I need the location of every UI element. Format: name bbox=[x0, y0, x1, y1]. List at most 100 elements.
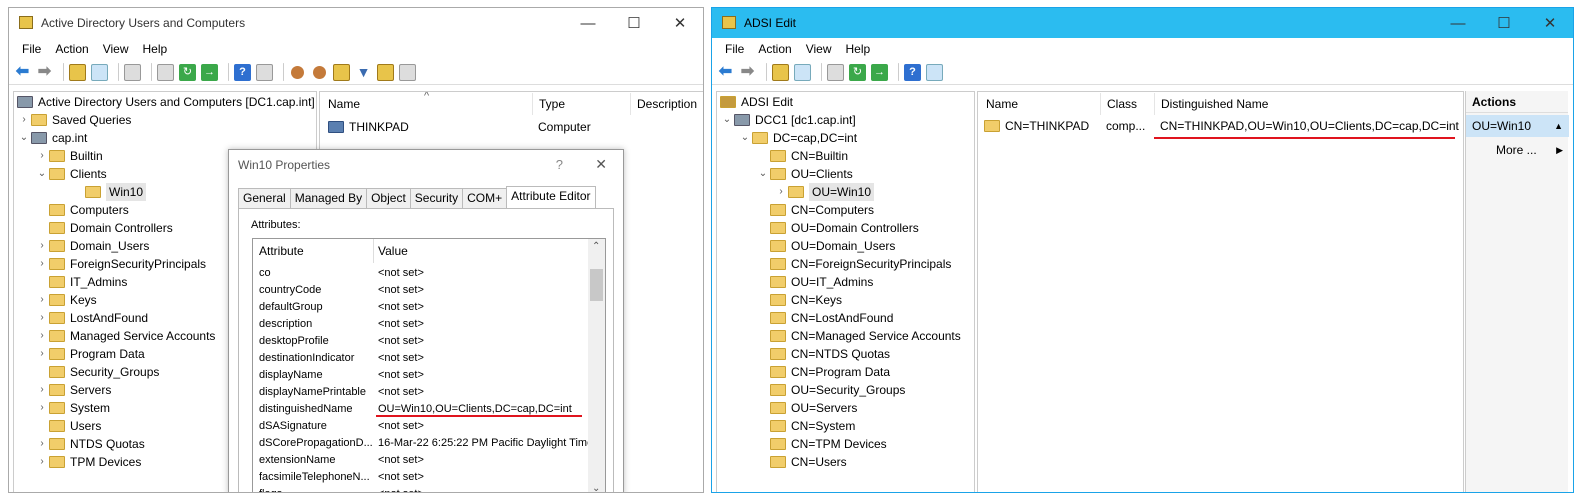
attr-name[interactable]: description bbox=[259, 316, 312, 333]
expand-arrow-icon[interactable]: › bbox=[35, 291, 49, 309]
up-folder-icon[interactable] bbox=[69, 63, 86, 81]
tree-item[interactable]: CN=Computers bbox=[756, 201, 874, 219]
show-tree-icon[interactable] bbox=[91, 63, 108, 81]
tree-item[interactable]: › Program Data bbox=[35, 345, 144, 363]
tree-item[interactable]: OU=Servers bbox=[756, 399, 857, 417]
attr-name[interactable]: facsimileTelephoneN... bbox=[259, 469, 370, 486]
show-tree-icon[interactable] bbox=[794, 63, 811, 81]
menu-view[interactable]: View bbox=[806, 42, 832, 56]
tab-general[interactable]: General bbox=[238, 188, 291, 208]
tree-item[interactable]: › Builtin bbox=[35, 147, 102, 165]
menu-file[interactable]: File bbox=[725, 42, 744, 56]
tree-item[interactable]: › LostAndFound bbox=[35, 309, 148, 327]
refresh-icon[interactable]: ↻ bbox=[849, 63, 866, 81]
tree-item[interactable]: CN=System bbox=[756, 417, 855, 435]
attr-col-value[interactable]: Value bbox=[373, 239, 408, 263]
tree-item[interactable]: › System bbox=[35, 399, 110, 417]
tree-item[interactable]: › TPM Devices bbox=[35, 453, 141, 471]
tree-item[interactable]: › Servers bbox=[35, 381, 111, 399]
tab-attribute-editor[interactable]: Attribute Editor bbox=[506, 186, 596, 208]
export-icon[interactable]: → bbox=[201, 63, 218, 81]
attr-value[interactable]: <not set> bbox=[378, 350, 424, 367]
tree-root[interactable]: ADSI Edit bbox=[720, 93, 793, 111]
tree-item[interactable]: › NTDS Quotas bbox=[35, 435, 144, 453]
help-icon[interactable]: ? bbox=[904, 63, 921, 81]
clipboard-icon[interactable] bbox=[124, 63, 141, 81]
tree-item[interactable]: CN=Keys bbox=[756, 291, 842, 309]
attr-value[interactable]: <not set> bbox=[378, 282, 424, 299]
back-arrow-icon[interactable]: ⬅ bbox=[717, 64, 734, 81]
minimize-button[interactable]: — bbox=[1435, 8, 1481, 38]
attr-value[interactable]: <not set> bbox=[378, 384, 424, 401]
properties-icon[interactable] bbox=[827, 63, 844, 81]
export-icon[interactable]: → bbox=[871, 63, 888, 81]
dialog-close-button[interactable]: ✕ bbox=[595, 156, 607, 173]
tree-item[interactable]: › Domain_Users bbox=[35, 237, 149, 255]
tree-domain[interactable]: ⌄ cap.int bbox=[17, 129, 88, 147]
col-class[interactable]: Class bbox=[1100, 93, 1137, 115]
expand-arrow-icon[interactable]: › bbox=[35, 147, 49, 165]
attr-name[interactable]: displayNamePrintable bbox=[259, 384, 366, 401]
expand-arrow-icon[interactable]: › bbox=[35, 255, 49, 273]
view-icon[interactable] bbox=[256, 63, 273, 81]
menu-help[interactable]: Help bbox=[846, 42, 871, 56]
maximize-button[interactable]: ☐ bbox=[611, 8, 657, 38]
menu-file[interactable]: File bbox=[22, 42, 41, 56]
tree-item[interactable]: › OU=Win10 bbox=[774, 183, 875, 201]
help-icon[interactable]: ? bbox=[234, 63, 251, 81]
tree-item[interactable]: OU=IT_Admins bbox=[756, 273, 873, 291]
tree-item[interactable]: CN=Program Data bbox=[756, 363, 890, 381]
filter-icon[interactable]: ▼ bbox=[355, 64, 372, 81]
tree-item[interactable]: Security_Groups bbox=[35, 363, 159, 381]
attr-value[interactable]: <not set> bbox=[378, 316, 424, 333]
attr-value[interactable]: 16-Mar-22 6:25:22 PM Pacific Daylight Ti… bbox=[378, 435, 596, 452]
forward-arrow-icon[interactable]: ➡ bbox=[739, 64, 756, 81]
tree-item[interactable]: › Keys bbox=[35, 291, 96, 309]
attr-name[interactable]: flags bbox=[259, 486, 282, 492]
tree-item[interactable]: OU=Security_Groups bbox=[756, 381, 905, 399]
collapse-triangle-icon[interactable]: ▲ bbox=[1554, 115, 1563, 137]
attr-name[interactable]: destinationIndicator bbox=[259, 350, 354, 367]
expand-arrow-icon[interactable]: › bbox=[35, 453, 49, 471]
tree-item[interactable]: › ForeignSecurityPrincipals bbox=[35, 255, 206, 273]
attr-name[interactable]: co bbox=[259, 265, 271, 282]
tree-server[interactable]: ⌄ DCC1 [dc1.cap.int] bbox=[720, 111, 856, 129]
expand-arrow-icon[interactable]: › bbox=[35, 381, 49, 399]
attr-value[interactable]: <not set> bbox=[378, 418, 424, 435]
tree-item[interactable]: CN=TPM Devices bbox=[756, 435, 887, 453]
dialog-help-button[interactable]: ? bbox=[556, 157, 563, 172]
expand-arrow-icon[interactable]: › bbox=[35, 435, 49, 453]
attr-name[interactable]: extensionName bbox=[259, 452, 335, 469]
refresh-icon[interactable]: ↻ bbox=[179, 63, 196, 81]
attr-value[interactable]: <not set> bbox=[378, 333, 424, 350]
attr-value[interactable]: <not set> bbox=[378, 486, 424, 492]
expand-arrow-icon[interactable]: › bbox=[35, 399, 49, 417]
delegate-icon[interactable] bbox=[399, 63, 416, 81]
expand-arrow-icon[interactable]: › bbox=[774, 183, 788, 201]
tree-item[interactable]: Domain Controllers bbox=[35, 219, 173, 237]
new-group-icon[interactable] bbox=[313, 65, 326, 79]
tab-com[interactable]: COM+ bbox=[462, 188, 508, 208]
expand-arrow-icon[interactable]: › bbox=[35, 237, 49, 255]
tree-item[interactable]: CN=Builtin bbox=[756, 147, 848, 165]
action-pane-icon[interactable] bbox=[926, 63, 943, 81]
attr-name[interactable]: displayName bbox=[259, 367, 323, 384]
close-button[interactable]: ✕ bbox=[1527, 8, 1573, 38]
tree-item[interactable]: CN=Users bbox=[756, 453, 847, 471]
tree-root[interactable]: Active Directory Users and Computers [DC… bbox=[17, 93, 315, 111]
tree-item[interactable]: CN=Managed Service Accounts bbox=[756, 327, 961, 345]
tree-item[interactable]: › Managed Service Accounts bbox=[35, 327, 215, 345]
new-ou-icon[interactable] bbox=[333, 63, 350, 81]
expand-arrow-icon[interactable]: › bbox=[17, 111, 31, 129]
actions-more[interactable]: More ... ▶ bbox=[1466, 139, 1569, 161]
menu-view[interactable]: View bbox=[103, 42, 129, 56]
tree-item[interactable]: OU=Domain_Users bbox=[756, 237, 895, 255]
scroll-up-icon[interactable]: ⌃ bbox=[592, 241, 600, 252]
actions-item-ou-win10[interactable]: OU=Win10 ▲ bbox=[1466, 115, 1569, 137]
tree-domain[interactable]: ⌄ DC=cap,DC=int bbox=[738, 129, 857, 147]
close-button[interactable]: ✕ bbox=[657, 8, 703, 38]
back-arrow-icon[interactable]: ⬅ bbox=[14, 64, 31, 81]
expand-arrow-icon[interactable]: › bbox=[35, 345, 49, 363]
collapse-arrow-icon[interactable]: ⌄ bbox=[720, 111, 734, 129]
maximize-button[interactable]: ☐ bbox=[1481, 8, 1527, 38]
